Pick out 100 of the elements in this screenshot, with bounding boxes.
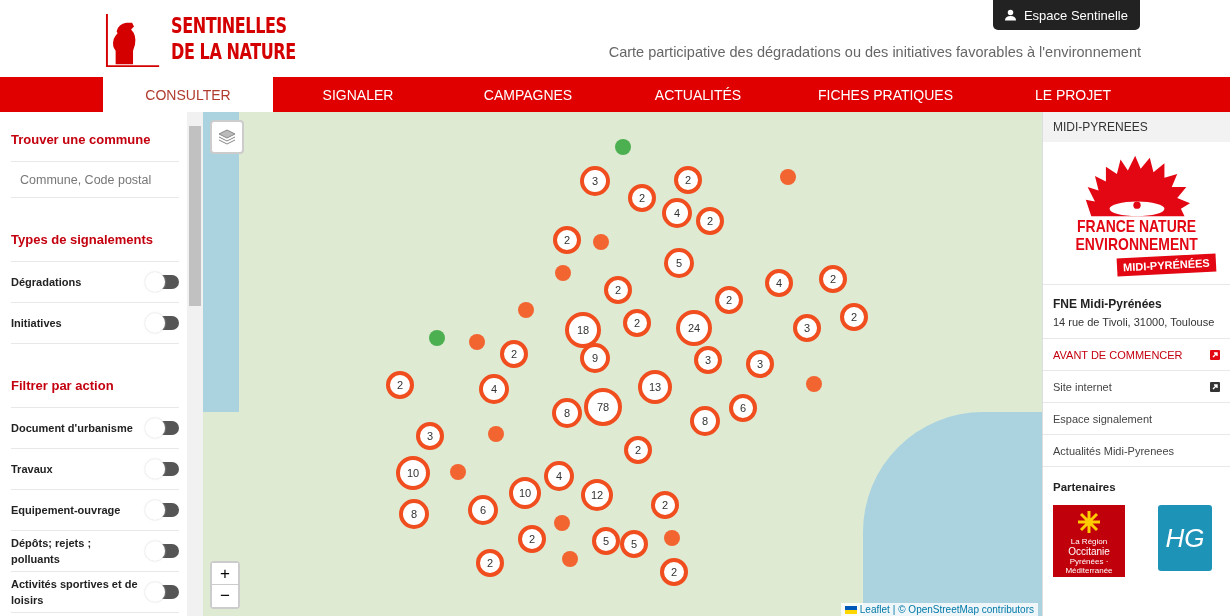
panel-link[interactable]: Site internet xyxy=(1043,371,1230,403)
cluster-marker[interactable]: 4 xyxy=(479,374,509,404)
cluster-marker[interactable]: 24 xyxy=(676,310,712,346)
filter-label: Dépôts; rejets ; polluants xyxy=(11,536,93,567)
cluster-marker[interactable]: 6 xyxy=(729,394,757,422)
point-marker[interactable] xyxy=(593,234,609,250)
tagline: Carte participative des dégradations ou des initiatives favorables à l'environnement xyxy=(608,44,1141,60)
filter-label: Activités sportives et de loisirs xyxy=(11,577,139,608)
cluster-marker[interactable]: 4 xyxy=(765,269,793,297)
region-header: MIDI-PYRENEES xyxy=(1043,112,1230,142)
filter-label: Document d'urbanisme xyxy=(11,421,133,436)
logo-text: ENVIRONNEMENT xyxy=(1075,236,1198,254)
partners-title: Partenaires xyxy=(1052,480,1117,495)
point-marker[interactable] xyxy=(664,530,680,546)
cluster-marker[interactable]: 2 xyxy=(696,207,724,235)
partner-logo[interactable]: HG xyxy=(1158,505,1212,571)
filter-label: Travaux xyxy=(11,462,53,477)
nav-tab[interactable]: CONSULTER xyxy=(103,77,273,112)
cluster-marker[interactable]: 5 xyxy=(620,530,648,558)
toggle-switch[interactable] xyxy=(146,544,179,558)
cluster-marker[interactable]: 2 xyxy=(623,309,651,337)
cluster-marker[interactable]: 8 xyxy=(399,499,429,529)
cluster-marker[interactable]: 2 xyxy=(386,371,414,399)
layers-button[interactable] xyxy=(210,120,244,154)
cluster-marker[interactable]: 18 xyxy=(565,312,601,348)
point-marker[interactable] xyxy=(806,376,822,392)
toggle-switch[interactable] xyxy=(146,585,179,599)
flag-icon xyxy=(844,605,857,614)
cluster-marker[interactable]: 6 xyxy=(468,495,498,525)
toggle-switch[interactable] xyxy=(146,503,179,517)
cluster-marker[interactable]: 3 xyxy=(416,422,444,450)
external-link-icon xyxy=(1210,349,1220,360)
point-marker[interactable] xyxy=(450,464,466,480)
cluster-marker[interactable]: 2 xyxy=(518,525,546,553)
nav-tab[interactable]: SIGNALER xyxy=(273,77,443,112)
point-marker[interactable] xyxy=(488,426,504,442)
layers-icon xyxy=(217,127,237,147)
toggle-switch[interactable] xyxy=(146,462,179,476)
attribution-link[interactable]: Leaflet xyxy=(859,604,890,615)
cluster-marker[interactable]: 12 xyxy=(581,479,613,511)
cluster-marker[interactable]: 2 xyxy=(840,303,868,331)
cluster-marker[interactable]: 78 xyxy=(584,388,622,426)
cluster-marker[interactable]: 2 xyxy=(660,558,688,586)
scrollbar[interactable] xyxy=(187,112,203,616)
logo-text: FRANCE NATURE xyxy=(1077,218,1196,236)
point-marker[interactable] xyxy=(780,169,796,185)
cluster-marker[interactable]: 2 xyxy=(628,184,656,212)
cluster-marker[interactable]: 2 xyxy=(624,436,652,464)
point-marker[interactable] xyxy=(615,139,631,155)
nav-tab[interactable]: CAMPAGNES xyxy=(443,77,613,112)
cluster-marker[interactable]: 2 xyxy=(500,340,528,368)
cluster-marker[interactable]: 5 xyxy=(664,248,694,278)
zoom-in-button[interactable]: + xyxy=(212,563,238,585)
filter-label: Initiatives xyxy=(11,316,62,331)
cluster-marker[interactable]: 3 xyxy=(793,314,821,342)
cluster-marker[interactable]: 2 xyxy=(651,491,679,519)
panel-link[interactable]: Espace signalement xyxy=(1043,403,1230,435)
cluster-marker[interactable]: 3 xyxy=(746,350,774,378)
panel-link[interactable]: Actualités Midi-Pyrenees xyxy=(1043,435,1230,467)
nav-tab[interactable]: LE PROJET xyxy=(988,77,1158,112)
cluster-marker[interactable]: 2 xyxy=(476,549,504,577)
cluster-marker[interactable]: 2 xyxy=(674,166,702,194)
cluster-marker[interactable]: 13 xyxy=(638,370,672,404)
map-placeholder[interactable]: 3 2 2 4 2 2 5 4 2 2 2 18 2 24 3 2 2 9 3 3 2 4 13 8 78 8 6 3 2 10 4 10 12 8 6 2 2 5 5 2 2 + − Leaflet | © OpenStreetMap contributors xyxy=(203,112,1042,616)
user-icon xyxy=(1004,9,1016,21)
attribution-text: | © OpenStreetMap contributors xyxy=(892,604,1034,615)
nav-tab[interactable]: ACTUALITÉS xyxy=(613,77,783,112)
cluster-marker[interactable]: 3 xyxy=(694,346,722,374)
filter-label: Dégradations xyxy=(11,275,82,290)
point-marker[interactable] xyxy=(518,302,534,318)
cluster-marker[interactable]: 4 xyxy=(662,198,692,228)
cluster-marker[interactable]: 9 xyxy=(580,343,610,373)
cluster-marker[interactable]: 8 xyxy=(690,406,720,436)
point-marker[interactable] xyxy=(469,334,485,350)
cluster-marker[interactable]: 2 xyxy=(715,286,743,314)
point-marker[interactable] xyxy=(562,551,578,567)
cluster-marker[interactable]: 2 xyxy=(553,226,581,254)
panel-link[interactable]: AVANT DE COMMENCER xyxy=(1043,339,1230,371)
point-marker[interactable] xyxy=(554,515,570,531)
external-link-icon xyxy=(1210,381,1220,392)
toggle-switch[interactable] xyxy=(146,421,179,435)
org-name: FNE Midi-Pyrénées xyxy=(1053,297,1163,311)
partner-logo[interactable]: La Région Occitanie Pyrénées · Méditerranée xyxy=(1053,505,1125,577)
cluster-marker[interactable]: 2 xyxy=(604,276,632,304)
logo-badge: MIDI-PYRÉNÉES xyxy=(1116,253,1217,277)
account-button[interactable]: Espace Sentinelle xyxy=(992,0,1140,30)
toggle-switch[interactable] xyxy=(146,316,179,330)
nav-tab[interactable]: FICHES PRATIQUES xyxy=(783,77,988,112)
org-address: 14 rue de Tivoli, 31000, Toulouse xyxy=(1053,316,1216,328)
cluster-marker[interactable]: 10 xyxy=(396,456,430,490)
cluster-marker[interactable]: 3 xyxy=(580,166,610,196)
cluster-marker[interactable]: 2 xyxy=(819,265,847,293)
logo-text: SENTINELLES xyxy=(171,12,288,39)
toggle-switch[interactable] xyxy=(146,275,179,289)
cluster-marker[interactable]: 8 xyxy=(552,398,582,428)
cluster-marker[interactable]: 5 xyxy=(592,527,620,555)
cluster-marker[interactable]: 10 xyxy=(509,477,541,509)
cluster-marker[interactable]: 4 xyxy=(544,461,574,491)
point-marker[interactable] xyxy=(429,330,445,346)
point-marker[interactable] xyxy=(555,265,571,281)
